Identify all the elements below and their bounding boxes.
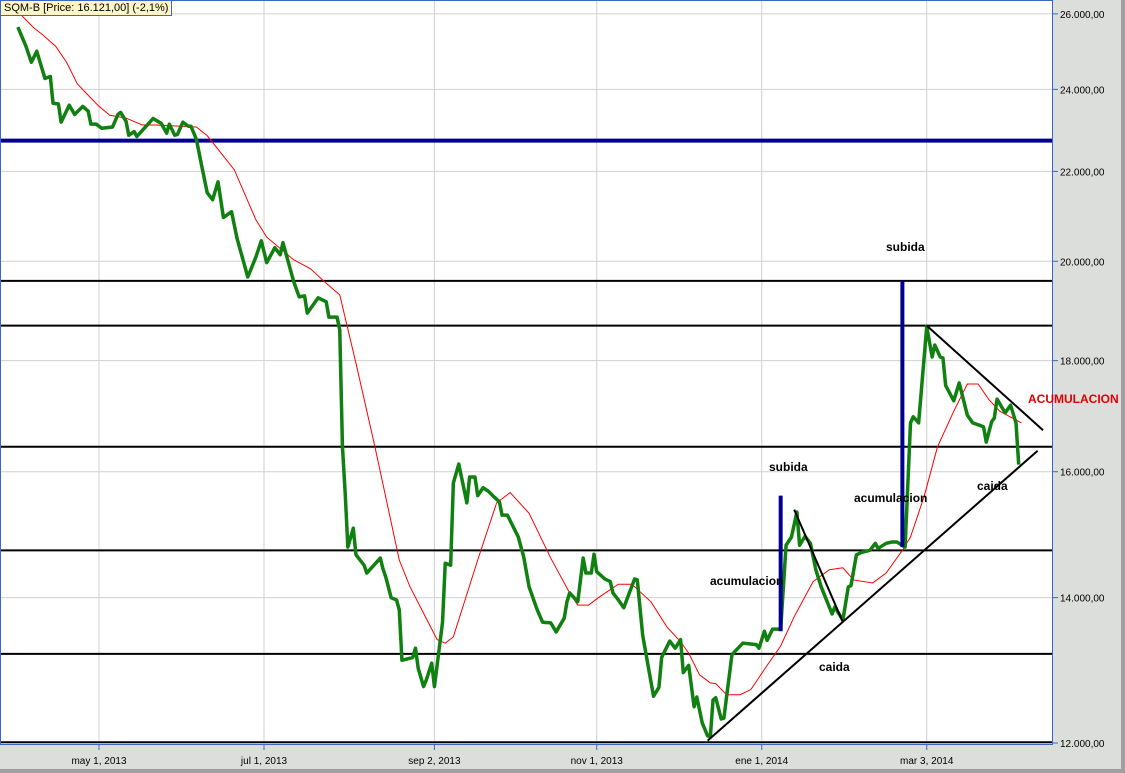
y-tick-label: 14.000,00 <box>1060 594 1105 605</box>
x-tick-label: may 1, 2013 <box>71 756 126 767</box>
y-tick-label: 22.000,00 <box>1060 167 1105 178</box>
annotation-acumulacion-red: ACUMULACION <box>1028 392 1119 406</box>
y-tick-label: 26.000,00 <box>1060 10 1105 21</box>
annotation-acumulacion-right: acumulacion <box>854 491 928 505</box>
annotation-caida-right: caida <box>977 479 1008 493</box>
y-tick-label: 24.000,00 <box>1060 85 1105 96</box>
x-tick-label: ene 1, 2014 <box>735 756 788 767</box>
annotation-subida-top: subida <box>886 240 925 254</box>
chart-title-badge: SQM-B [Price: 16.121,00] (-2,1%) <box>0 0 173 16</box>
y-axis: 12.000,00 14.000,00 16.000,00 18.000,00 20.0… <box>1053 10 1105 750</box>
y-tick-label: 12.000,00 <box>1060 739 1105 750</box>
y-tick-label: 18.000,00 <box>1060 357 1105 368</box>
y-tick-label: 20.000,00 <box>1060 257 1105 268</box>
x-tick-label: nov 1, 2013 <box>571 756 624 767</box>
annotation-acumulacion-left: acumulacion <box>710 574 784 588</box>
x-tick-label: mar 3, 2014 <box>900 756 954 767</box>
y-tick-label: 16.000,00 <box>1060 468 1105 479</box>
price-chart: 12.000,00 14.000,00 16.000,00 18.000,00 20.0… <box>0 0 1125 773</box>
x-tick-label: jul 1, 2013 <box>240 756 288 767</box>
annotation-caida-bottom: caida <box>819 660 850 674</box>
window-frame-right <box>1121 0 1125 773</box>
window-frame-bottom <box>0 769 1125 773</box>
plot-area <box>0 0 1053 745</box>
annotation-subida-mid: subida <box>769 460 808 474</box>
x-tick-label: sep 2, 2013 <box>408 756 461 767</box>
x-axis: may 1, 2013 jul 1, 2013 sep 2, 2013 nov 1, … <box>71 745 954 767</box>
